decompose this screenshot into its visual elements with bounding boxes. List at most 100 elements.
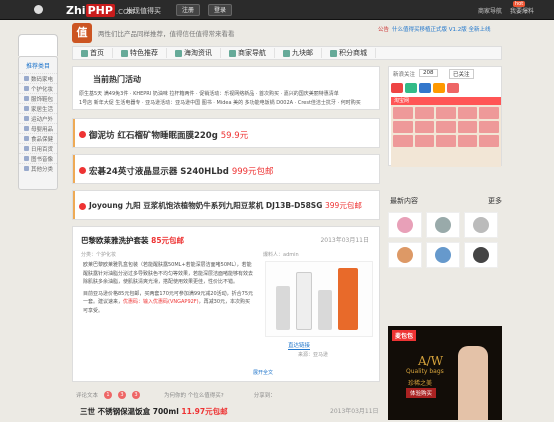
promo-item[interactable]: 宏碁24英寸液晶显示器 S240HLbd 999元包邮 — [72, 154, 380, 184]
sidebar-item[interactable]: 家居生活 — [19, 103, 57, 113]
register-button[interactable]: 注册 — [176, 4, 201, 16]
next-title-text: 三世 不锈钢保温饭盒 700ml — [80, 407, 179, 416]
product-image — [435, 217, 451, 233]
sidebar-item[interactable]: 食品保健 — [19, 133, 57, 143]
taobao-ad[interactable]: 淘宝网 — [391, 97, 501, 167]
slogan: 两性们比产品同样推荐，值得信任值得常来看看 — [98, 30, 235, 38]
promo-item[interactable]: 御泥坊 红石榴矿物睡眠面膜220g 59.9元 — [72, 118, 380, 148]
promo-icon — [79, 203, 86, 210]
nav-item-overseas[interactable]: 海淘资讯 — [167, 48, 221, 58]
latest-thumb[interactable] — [426, 242, 460, 268]
product-thumb — [414, 135, 435, 147]
like-count[interactable]: 3 — [118, 391, 127, 399]
ad-model-image — [458, 346, 488, 420]
article-body: 欧莱巴黎欧莱雅乳盒包装（若能醒肤露50ML+若能深层洁面啫50ML），若能醒肤露… — [83, 261, 253, 315]
sidebar-item-label: 母婴用品 — [31, 126, 54, 133]
comment-label[interactable]: 评论文本 — [76, 391, 98, 399]
latest-title: 最新内容 — [390, 197, 418, 205]
latest-thumb[interactable] — [464, 212, 498, 238]
shop-icon — [229, 49, 236, 57]
nav-item-merchants[interactable]: 商家导航 — [221, 48, 275, 58]
sidebar-tab — [18, 34, 58, 56]
nav-item-home[interactable]: 首页 — [73, 48, 113, 58]
hot-row[interactable]: 1号店 新年大促 生活电器专 · 亚马逊活动：亚马逊中国 图书 · Midea … — [79, 99, 375, 106]
sidebar-item[interactable]: 图书音像 — [19, 153, 57, 163]
next-article-title[interactable]: 三世 不锈钢保温饭盒 700ml 11.97元包邮 — [80, 406, 228, 417]
sidebar-item[interactable]: 数码家电 — [19, 73, 57, 83]
qq-icon[interactable] — [405, 83, 417, 93]
comment-count[interactable]: 1 — [104, 391, 113, 399]
latest-thumbs — [388, 212, 498, 268]
bottle-image — [296, 272, 312, 330]
latest-thumb[interactable] — [388, 242, 422, 268]
logo-php: PHP — [85, 4, 115, 17]
ad-headline: A/W — [418, 354, 444, 368]
nav-item-ninecent[interactable]: 九块邮 — [275, 48, 322, 58]
ad-button[interactable]: 体验购买 — [406, 388, 437, 398]
fav-count[interactable]: 3 — [132, 391, 141, 399]
product-image[interactable] — [265, 261, 373, 337]
renren-icon[interactable] — [419, 83, 431, 93]
coupon-link[interactable]: 优惠码：输入优惠码(VNGAP92F) — [123, 299, 199, 305]
sidebar-item[interactable]: 个护化妆 — [19, 83, 57, 93]
expand-link[interactable]: 展开全文 — [253, 369, 273, 376]
announcement-tag: 公告 — [378, 27, 390, 33]
article-price: 85元包邮 — [151, 236, 185, 245]
category-icon — [24, 166, 29, 171]
site-logo[interactable]: Zhi PHP .COM — [66, 4, 135, 17]
follow-button[interactable]: 已关注 — [449, 69, 474, 79]
brand-logo[interactable]: 值 — [72, 23, 92, 43]
sidebar-item-label: 其他分类 — [31, 166, 54, 173]
nav-item-points[interactable]: 积分商城 — [322, 48, 376, 58]
home-icon — [81, 49, 88, 57]
announcement-link[interactable]: 什么值得买移植正式版 V1.2版 全新上线 — [392, 25, 491, 33]
sidebar-item-label: 服饰鞋包 — [31, 96, 54, 103]
hot-activities: 当前热门活动 原生基5天 满49免3件 · KHEPRI 奶油味 拉杆箱两件 ·… — [72, 66, 380, 110]
category-icon — [24, 146, 29, 151]
sidebar-item[interactable]: 运动户外 — [19, 113, 57, 123]
sidebar-item[interactable]: 服饰鞋包 — [19, 93, 57, 103]
sidebar-item-label: 个护化妆 — [31, 86, 54, 93]
promo-title: 宏碁24英寸液晶显示器 S240HLbd — [89, 167, 229, 177]
sidebar-title: 推荐类目 — [25, 63, 50, 70]
taobao-title: 淘宝网 — [391, 97, 501, 105]
weibo-icon[interactable] — [391, 83, 403, 93]
latest-thumb[interactable] — [388, 212, 422, 238]
discover-link[interactable]: 发现值得买 — [126, 6, 161, 16]
product-thumb — [414, 121, 435, 133]
logo-text: Zhi — [66, 4, 86, 17]
latest-thumb[interactable] — [464, 242, 498, 268]
article-category[interactable]: 分类：个护化妆 — [81, 251, 116, 258]
more-link[interactable]: 更多 — [488, 196, 502, 206]
gift-icon — [330, 49, 337, 57]
login-button[interactable]: 登录 — [208, 4, 233, 16]
mbaobao-ad[interactable]: 麦包包 A/W Quality bags 珍稀之美 体验购买 — [388, 326, 502, 420]
nav-item-featured[interactable]: 特色推荐 — [113, 48, 167, 58]
article-title[interactable]: 巴黎欧莱雅洗护套装 85元包邮 — [81, 235, 184, 246]
rss-icon[interactable] — [433, 83, 445, 93]
product-thumb — [436, 121, 456, 133]
sidebar-item[interactable]: 其他分类 — [19, 163, 57, 173]
douban-icon[interactable] — [447, 83, 459, 93]
hot-row[interactable]: 原生基5天 满49免3件 · KHEPRI 奶油味 拉杆箱两件 · 促销活动：乐… — [79, 90, 375, 97]
sidebar-item[interactable]: 日用百货 — [19, 143, 57, 153]
article-source: 来源：亚马逊 — [298, 352, 329, 358]
sidebar-item[interactable]: 母婴用品 — [19, 123, 57, 133]
product-thumb — [457, 121, 478, 133]
product-thumb — [393, 107, 413, 119]
pin-icon — [34, 5, 43, 14]
latest-thumb[interactable] — [426, 212, 460, 238]
star-icon — [121, 49, 128, 57]
product-thumb — [479, 121, 499, 133]
merchant-nav-link[interactable]: 商家导航 — [478, 6, 502, 15]
promo-item[interactable]: Joyoung 九阳 豆浆机饱浓植物奶牛系列九阳豆浆机 DJ13B-D58SG … — [72, 190, 380, 220]
worth-question[interactable]: 为何你的 个位么值得买? — [164, 391, 224, 399]
nav-label: 商家导航 — [238, 49, 266, 57]
article-footer: 评论文本 1 3 3 为何你的 个位么值得买? 分享到： — [72, 388, 380, 402]
promo-icon — [79, 131, 86, 138]
submit-deal-link[interactable]: 我要爆料 — [510, 6, 534, 15]
nav-label: 积分商城 — [339, 49, 367, 57]
sidebar-item-label: 食品保健 — [31, 136, 54, 143]
nav-label: 海淘资讯 — [184, 49, 212, 57]
direct-link[interactable]: 直达链接 — [288, 341, 311, 350]
